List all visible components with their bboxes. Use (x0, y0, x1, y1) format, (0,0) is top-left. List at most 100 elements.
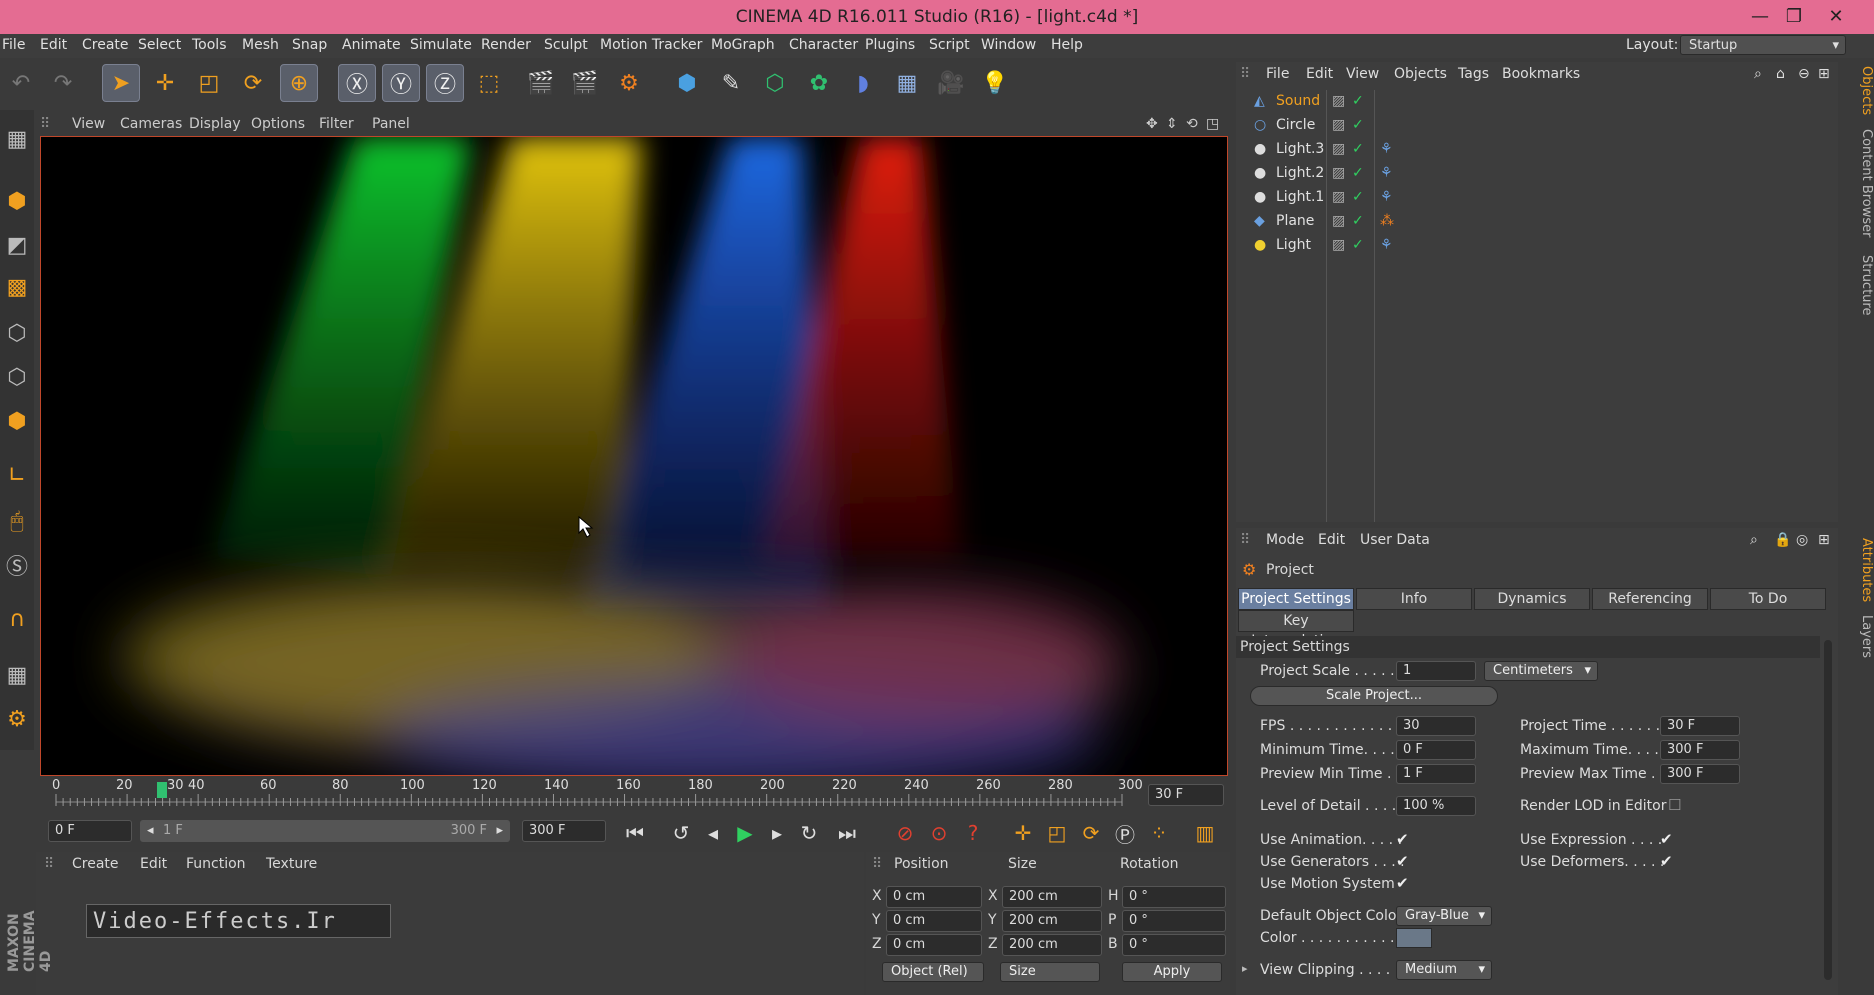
target-tag-icon[interactable]: ⚘ (1380, 189, 1393, 205)
tab-dynamics[interactable]: Dynamics (1474, 588, 1590, 610)
maximize-icon[interactable]: ❐ (1778, 4, 1810, 30)
y-axis-icon[interactable]: Ⓨ (382, 64, 420, 102)
light-icon[interactable]: 💡 (976, 64, 1014, 102)
units-dropdown[interactable]: Centimeters ▾ (1484, 661, 1598, 681)
use-generators-checkbox[interactable]: ✔ (1396, 852, 1409, 870)
x-axis-icon[interactable]: Ⓧ (338, 64, 376, 102)
new-panel-icon[interactable]: ⊞ (1818, 66, 1830, 82)
solo-icon[interactable]: Ⓢ (0, 546, 34, 584)
menu-motion-tracker[interactable]: Motion Tracker (600, 37, 702, 53)
record-keys-icon[interactable]: ⊘ (890, 818, 920, 848)
attr-menu-user-data[interactable]: User Data (1360, 532, 1430, 548)
visibility-icon[interactable]: ▨ (1332, 93, 1345, 109)
rot-p-field[interactable]: 0 ° (1122, 910, 1226, 932)
menu-sculpt[interactable]: Sculpt (544, 37, 588, 53)
right-tab-layers[interactable]: Layers (1840, 612, 1874, 662)
object-row-light3[interactable]: ● Light.3 ▨ ✓ ⚘ (1236, 138, 1838, 162)
menu-tools[interactable]: Tools (192, 37, 227, 53)
preview-max-field[interactable]: 300 F (1660, 764, 1740, 784)
menu-window[interactable]: Window (981, 37, 1036, 53)
preview-range-slider[interactable]: ◂ 1 F 300 F ▸ (140, 820, 510, 842)
menu-render[interactable]: Render (481, 37, 531, 53)
visibility-icon[interactable]: ▨ (1332, 213, 1345, 229)
texture-mode-icon[interactable]: ◩ (0, 226, 34, 264)
previous-frame-icon[interactable]: ◂ (698, 818, 728, 848)
tweak-mode-icon[interactable]: 🖱 (0, 502, 34, 540)
right-tab-structure[interactable]: Structure (1840, 250, 1874, 320)
workplane-icon[interactable]: ▩ (0, 268, 34, 306)
render-lod-checkbox[interactable]: ☐ (1668, 796, 1681, 814)
playhead[interactable] (157, 782, 167, 798)
new-panel-icon[interactable]: ⊞ (1818, 532, 1830, 548)
home-icon[interactable]: ⌂ (1776, 66, 1785, 82)
enabled-check-icon[interactable]: ✓ (1352, 213, 1364, 229)
move-tool-icon[interactable]: ✛ (146, 64, 184, 102)
target-tag-icon[interactable]: ⚘ (1380, 237, 1393, 253)
timeline-ruler[interactable]: 0 20 30 40 60 80 100 120 140 160 180 200… (40, 778, 1226, 812)
min-time-field[interactable]: 0 F (1396, 740, 1476, 760)
layout-dropdown[interactable]: Startup ▾ (1680, 35, 1846, 55)
viewport-toggle-icon[interactable]: ◳ (1206, 116, 1219, 132)
render-settings-icon[interactable]: ⚙ (610, 64, 648, 102)
target-icon[interactable]: ◎ (1796, 532, 1808, 548)
object-menu-edit[interactable]: Edit (1306, 66, 1333, 82)
tab-key-interpolation[interactable]: Key Interpolation (1238, 610, 1354, 649)
edges-mode-icon[interactable]: ⬡ (0, 358, 34, 396)
coordinate-mode-dropdown[interactable]: Object (Rel) (882, 962, 984, 982)
menu-edit[interactable]: Edit (40, 37, 67, 53)
viewport-menu-filter[interactable]: Filter (319, 116, 354, 132)
default-color-dropdown[interactable]: Gray-Blue ▾ (1396, 906, 1492, 926)
autokey-icon[interactable]: ⊙ (924, 818, 954, 848)
end-frame-field[interactable]: 300 F (522, 820, 606, 842)
attr-menu-edit[interactable]: Edit (1318, 532, 1345, 548)
redo-icon[interactable]: ↷ (44, 64, 82, 102)
object-menu-view[interactable]: View (1346, 66, 1379, 82)
record-parameter-icon[interactable]: Ⓟ (1110, 818, 1140, 848)
rot-b-field[interactable]: 0 ° (1122, 934, 1226, 956)
visibility-icon[interactable]: ▨ (1332, 141, 1345, 157)
cube-icon[interactable]: ⬢ (668, 64, 706, 102)
apply-button[interactable]: Apply (1122, 962, 1222, 982)
live-select-icon[interactable]: ⊕ (280, 64, 318, 102)
search-icon[interactable]: ⌕ (1754, 66, 1762, 82)
3d-viewport[interactable] (40, 136, 1228, 776)
project-scale-field[interactable]: 1 (1396, 661, 1476, 681)
tab-project-settings[interactable]: Project Settings (1238, 588, 1354, 610)
play-icon[interactable]: ▶ (730, 818, 760, 848)
material-menu-texture[interactable]: Texture (266, 856, 317, 872)
viewport-zoom-icon[interactable]: ⇕ (1166, 116, 1178, 132)
view-clipping-dropdown[interactable]: Medium ▾ (1396, 960, 1492, 980)
menu-character[interactable]: Character (789, 37, 858, 53)
subdivision-icon[interactable]: ⬡ (756, 64, 794, 102)
lock-icon[interactable]: 🔒 (1774, 532, 1791, 548)
menu-file[interactable]: File (2, 37, 25, 53)
start-frame-field[interactable]: 0 F (48, 820, 132, 842)
target-tag-icon[interactable]: ⚘ (1380, 141, 1393, 157)
project-time-field[interactable]: 30 F (1660, 716, 1740, 736)
search-icon[interactable]: ⌕ (1750, 532, 1758, 548)
attr-menu-mode[interactable]: Mode (1266, 532, 1304, 548)
menu-select[interactable]: Select (138, 37, 181, 53)
menu-simulate[interactable]: Simulate (410, 37, 472, 53)
lod-field[interactable]: 100 % (1396, 796, 1476, 816)
visibility-icon[interactable]: ▨ (1332, 237, 1345, 253)
axis-mode-icon[interactable]: ∟ (0, 456, 34, 494)
record-point-level-icon[interactable]: ⁘ (1144, 818, 1174, 848)
render-picture-viewer-icon[interactable]: 🎬 (566, 64, 604, 102)
use-deformers-checkbox[interactable]: ✔ (1660, 852, 1673, 870)
color-swatch[interactable] (1396, 928, 1432, 948)
size-x-field[interactable]: 200 cm (1002, 886, 1102, 908)
render-view-icon[interactable]: 🎬 (522, 64, 560, 102)
model-mode-icon[interactable]: ⬢ (0, 182, 34, 220)
spline-pen-icon[interactable]: ✎ (712, 64, 750, 102)
object-menu-objects[interactable]: Objects (1394, 66, 1447, 82)
enabled-check-icon[interactable]: ✓ (1352, 165, 1364, 181)
tab-info[interactable]: Info (1356, 588, 1472, 610)
size-mode-dropdown[interactable]: Size (1000, 962, 1100, 982)
scale-project-button[interactable]: Scale Project... (1250, 686, 1498, 706)
undo-icon[interactable]: ↶ (2, 64, 40, 102)
minimize-icon[interactable]: — (1744, 4, 1776, 30)
z-axis-icon[interactable]: Ⓩ (426, 64, 464, 102)
link-icon[interactable]: ⊖ (1798, 66, 1810, 82)
go-to-start-icon[interactable]: ⏮ (620, 818, 650, 848)
